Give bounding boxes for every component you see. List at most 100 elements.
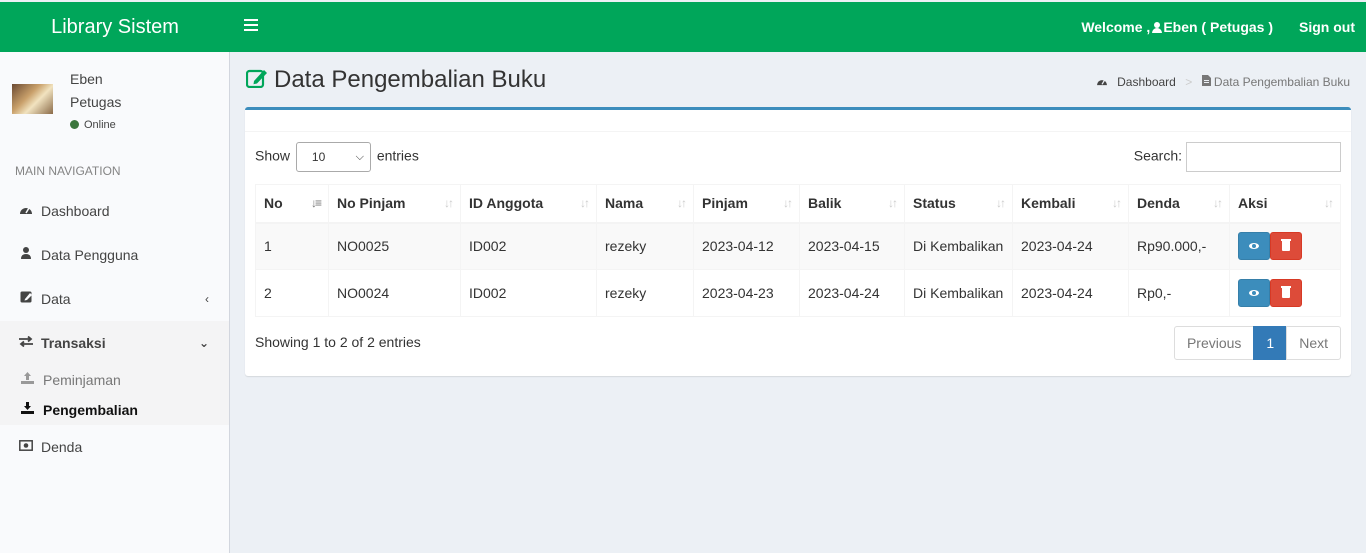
sidebar-item-data[interactable]: Data ‹ bbox=[0, 277, 229, 321]
dashboard-icon bbox=[18, 189, 34, 233]
table-info: Showing 1 to 2 of 2 entries bbox=[255, 334, 421, 350]
table-row: 2 NO0024 ID002 rezeky 2023-04-23 2023-04… bbox=[255, 269, 1341, 317]
sort-icon: ↓↑ bbox=[996, 196, 1006, 210]
box-divider bbox=[245, 131, 1351, 132]
nav-header: MAIN NAVIGATION bbox=[15, 164, 121, 178]
view-button[interactable] bbox=[1238, 279, 1270, 307]
table-header-row: No ↓≡ No Pinjam ↓↑ ID Anggota ↓↑ Nama ↓↑ Pin… bbox=[255, 184, 1341, 224]
cell-no: 1 bbox=[255, 222, 329, 270]
column-header-no-pinjam[interactable]: No Pinjam ↓↑ bbox=[328, 184, 461, 224]
column-label: Balik bbox=[808, 195, 842, 212]
sidebar-item-label: Data bbox=[41, 291, 71, 307]
data-box: Show 10 ⌵ entries Search: No ↓≡ No Pinjam ↓… bbox=[245, 107, 1351, 376]
page-title: Data Pengembalian Buku bbox=[245, 66, 546, 94]
column-label: No Pinjam bbox=[337, 195, 406, 212]
file-icon bbox=[1201, 75, 1211, 89]
avatar bbox=[12, 84, 53, 114]
column-header-no[interactable]: No ↓≡ bbox=[255, 184, 329, 224]
user-name: Eben bbox=[70, 71, 103, 87]
signout-link[interactable]: Sign out bbox=[1299, 2, 1355, 52]
column-label: Kembali bbox=[1021, 195, 1076, 212]
sort-icon: ↓↑ bbox=[1112, 196, 1122, 210]
view-button[interactable] bbox=[1238, 232, 1270, 261]
column-header-balik[interactable]: Balik ↓↑ bbox=[799, 184, 905, 224]
exchange-icon bbox=[18, 321, 34, 365]
user-role: Petugas bbox=[70, 94, 122, 110]
download-icon bbox=[20, 395, 34, 425]
cell-no: 2 bbox=[255, 269, 329, 317]
sidebar-subitem-label: Peminjaman bbox=[43, 372, 121, 388]
column-label: Nama bbox=[605, 195, 644, 212]
chevron-down-icon: ⌵ bbox=[355, 151, 364, 163]
sidebar-item-pengembalian[interactable]: Pengembalian bbox=[0, 395, 229, 425]
column-label: Status bbox=[913, 195, 956, 212]
column-header-status[interactable]: Status ↓↑ bbox=[904, 184, 1013, 224]
column-header-pinjam[interactable]: Pinjam ↓↑ bbox=[693, 184, 800, 224]
sidebar-item-data-pengguna[interactable]: Data Pengguna bbox=[0, 233, 229, 277]
trash-icon bbox=[1281, 239, 1291, 252]
column-header-id-anggota[interactable]: ID Anggota ↓↑ bbox=[460, 184, 597, 224]
entries-label: entries bbox=[376, 147, 419, 164]
sort-icon: ↓↑ bbox=[783, 196, 793, 210]
column-label: ID Anggota bbox=[469, 195, 544, 212]
cell-denda: Rp0,- bbox=[1128, 269, 1230, 317]
column-label: Pinjam bbox=[702, 195, 748, 212]
sort-icon: ↓↑ bbox=[444, 196, 454, 210]
sidebar-item-dashboard[interactable]: Dashboard bbox=[0, 189, 229, 233]
cell-id-anggota: ID002 bbox=[460, 269, 597, 317]
table-row: 1 NO0025 ID002 rezeky 2023-04-12 2023-04… bbox=[255, 222, 1341, 270]
welcome-user: Eben ( Petugas ) bbox=[1163, 19, 1273, 35]
sort-asc-icon: ↓≡ bbox=[310, 196, 322, 210]
dashboard-icon bbox=[1096, 75, 1108, 89]
chevron-down-icon: ⌄ bbox=[198, 336, 209, 350]
sidebar-item-label: Dashboard bbox=[41, 203, 110, 219]
previous-page-button[interactable]: Previous bbox=[1173, 326, 1255, 360]
sidebar-item-label: Data Pengguna bbox=[41, 247, 139, 263]
upload-icon bbox=[20, 365, 34, 395]
sidebar-toggle-icon[interactable] bbox=[244, 19, 258, 33]
search-label: Search: bbox=[1133, 147, 1182, 164]
cell-balik: 2023-04-15 bbox=[799, 222, 905, 270]
cell-pinjam: 2023-04-12 bbox=[693, 222, 800, 270]
cell-kembali: 2023-04-24 bbox=[1012, 269, 1129, 317]
column-header-nama[interactable]: Nama ↓↑ bbox=[596, 184, 694, 224]
cell-aksi bbox=[1229, 222, 1341, 270]
column-header-aksi[interactable]: Aksi ↓↑ bbox=[1229, 184, 1341, 224]
breadcrumb-home[interactable]: Dashboard bbox=[1117, 75, 1176, 89]
sidebar-item-transaksi[interactable]: Transaksi ⌄ bbox=[0, 321, 229, 365]
column-label: No bbox=[264, 195, 283, 212]
cell-denda: Rp90.000,- bbox=[1128, 222, 1230, 270]
page-size-select[interactable]: 10 ⌵ bbox=[295, 142, 371, 172]
column-label: Denda bbox=[1137, 195, 1180, 212]
search-control: Search: bbox=[1134, 142, 1341, 172]
transaksi-submenu: Peminjaman Pengembalian bbox=[0, 365, 229, 425]
user-icon bbox=[1152, 22, 1163, 33]
money-icon bbox=[18, 425, 34, 469]
cell-nama: rezeky bbox=[596, 269, 694, 317]
trash-icon bbox=[1281, 286, 1291, 298]
app-logo[interactable]: Library Sistem bbox=[0, 2, 230, 52]
welcome-prefix: Welcome , bbox=[1081, 19, 1151, 35]
sidebar-item-peminjaman[interactable]: Peminjaman bbox=[0, 365, 229, 395]
page-1-button[interactable]: 1 bbox=[1253, 326, 1288, 360]
next-page-button[interactable]: Next bbox=[1286, 326, 1341, 360]
edit-icon bbox=[18, 277, 34, 321]
online-dot-icon bbox=[70, 120, 79, 129]
sort-icon: ↓↑ bbox=[580, 196, 590, 210]
cell-status: Di Kembalikan bbox=[904, 222, 1013, 270]
search-input[interactable] bbox=[1186, 142, 1341, 172]
sidebar: Eben Petugas Online MAIN NAVIGATION Dash… bbox=[0, 52, 230, 553]
column-header-kembali[interactable]: Kembali ↓↑ bbox=[1012, 184, 1129, 224]
breadcrumb: Dashboard > Data Pengembalian Buku bbox=[1096, 75, 1350, 89]
cell-status: Di Kembalikan bbox=[904, 269, 1013, 317]
cell-pinjam: 2023-04-23 bbox=[693, 269, 800, 317]
user-icon bbox=[18, 233, 34, 277]
delete-button[interactable] bbox=[1270, 232, 1302, 261]
sidebar-item-denda[interactable]: Denda bbox=[0, 425, 229, 469]
chevron-left-icon: ‹ bbox=[205, 292, 209, 306]
column-header-denda[interactable]: Denda ↓↑ bbox=[1128, 184, 1230, 224]
eye-icon bbox=[1249, 290, 1259, 296]
delete-button[interactable] bbox=[1270, 279, 1302, 307]
sidebar-subitem-label: Pengembalian bbox=[43, 402, 138, 418]
sidebar-item-label: Transaksi bbox=[41, 335, 106, 351]
